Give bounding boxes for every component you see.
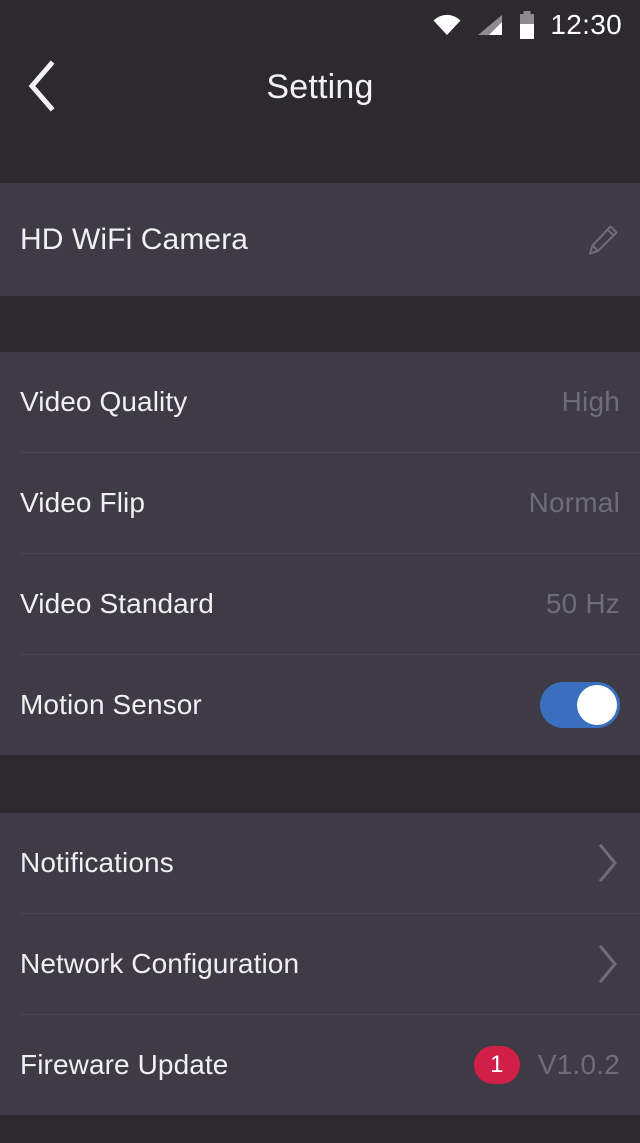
row-label: Fireware Update [20,1049,229,1080]
row-fireware-update[interactable]: Fireware Update 1 V1.0.2 [0,1015,640,1115]
row-value: 50 Hz [545,588,620,619]
bottom-strip [0,1115,640,1143]
video-settings-section: Video Quality High Video Flip Normal Vid… [0,352,640,755]
row-value: Normal [528,487,620,518]
device-name-label: HD WiFi Camera [20,222,249,256]
row-notifications[interactable]: Notifications [0,813,640,913]
motion-sensor-toggle[interactable] [540,682,620,728]
cellular-signal-icon [476,13,504,37]
device-name-row[interactable]: HD WiFi Camera [0,183,640,296]
chevron-right-icon [596,944,620,984]
nav-bar: Setting [0,50,640,183]
row-video-flip[interactable]: Video Flip Normal [0,453,640,553]
row-value: High [561,386,620,417]
device-name-card: HD WiFi Camera [0,183,640,296]
status-bar-clock: 12:30 [550,9,622,40]
row-label: Video Flip [20,487,146,518]
settings-screen: 12:30 Setting HD WiFi Camera Video Quali… [0,0,640,1143]
firmware-version-value: V1.0.2 [537,1049,620,1080]
row-video-quality[interactable]: Video Quality High [0,352,640,452]
section-gap-2 [0,755,640,813]
section-gap-1 [0,296,640,352]
row-video-standard[interactable]: Video Standard 50 Hz [0,554,640,654]
system-settings-section: Notifications Network Configuration Fire… [0,813,640,1115]
pencil-icon[interactable] [586,223,620,257]
update-count-badge: 1 [473,1046,520,1084]
wifi-icon [432,13,462,37]
row-trailing: 1 V1.0.2 [473,1046,620,1084]
toggle-knob [577,685,617,725]
row-label: Video Quality [20,386,188,417]
status-bar: 12:30 [0,0,640,50]
chevron-right-icon [596,843,620,883]
row-network-configuration[interactable]: Network Configuration [0,914,640,1014]
row-label: Notifications [20,847,174,878]
page-title: Setting [266,68,374,106]
row-motion-sensor[interactable]: Motion Sensor [0,655,640,755]
row-label: Motion Sensor [20,689,202,720]
row-label: Video Standard [20,588,214,619]
battery-icon [518,11,536,39]
row-label: Network Configuration [20,948,300,979]
